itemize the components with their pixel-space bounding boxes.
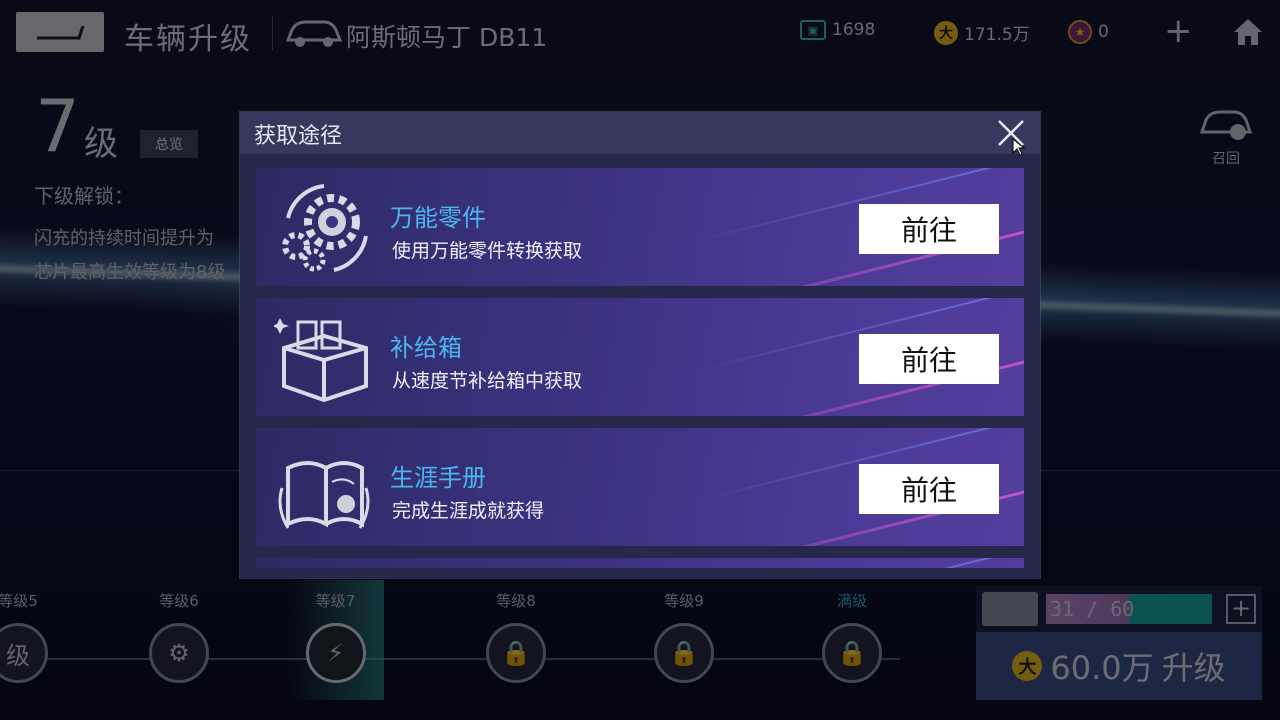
mouse-cursor-icon [1012,138,1026,156]
go-button[interactable]: 前往 [859,204,999,254]
source-desc: 使用万能零件转换获取 [392,240,583,262]
source-list[interactable]: 万能零件 使用万能零件转换获取 前往 补给箱 从速度节补给箱中获取 前往 生涯手… [256,168,1024,568]
go-button[interactable]: 前往 [859,464,999,514]
modal-header: 获取途径 [240,112,1040,154]
source-desc: 完成生涯成就获得 [392,500,545,522]
source-item-partial [256,558,1024,568]
source-title: 补给箱 [390,334,462,362]
supply-box-icon [274,318,368,403]
source-item-career-book: 生涯手册 完成生涯成就获得 前往 [256,428,1024,546]
source-title: 生涯手册 [390,464,486,492]
source-item-universal-parts: 万能零件 使用万能零件转换获取 前往 [256,168,1024,286]
source-item-supply-box: 补给箱 从速度节补给箱中获取 前往 [256,298,1024,416]
career-book-icon [278,461,370,529]
acquire-modal: 获取途径 万能零件 使用万能零件转换获取 前往 补给箱 从速度节补给箱中获取 前… [240,112,1040,578]
gears-icon [282,184,368,272]
go-button[interactable]: 前往 [859,334,999,384]
modal-title: 获取途径 [254,124,343,149]
source-title: 万能零件 [390,204,486,232]
source-desc: 从速度节补给箱中获取 [392,370,583,392]
